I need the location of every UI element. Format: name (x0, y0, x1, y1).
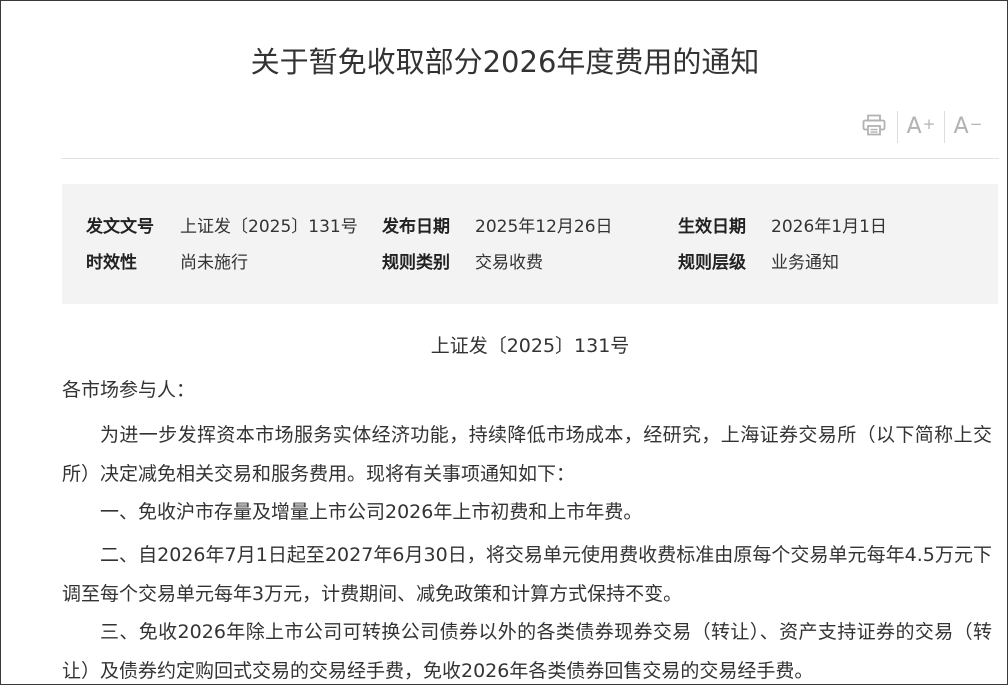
font-decrease-icon: A − (953, 114, 983, 139)
paragraph-item-3: 三、免收2026年除上市公司可转换公司债券以外的各类债券现券交易（转让）、资产支… (62, 621, 992, 682)
meta-label: 生效日期 (678, 217, 746, 237)
meta-level: 规则层级 业务通知 (678, 251, 839, 275)
font-increase-button[interactable]: A + (898, 107, 944, 147)
document-number: 上证发〔2025〕131号 (430, 335, 630, 357)
meta-value: 尚未施行 (180, 253, 248, 273)
print-button[interactable] (851, 107, 897, 147)
meta-value: 业务通知 (771, 253, 839, 273)
font-increase-icon: A + (906, 114, 936, 139)
meta-label: 规则类别 (382, 253, 450, 273)
font-decrease-button[interactable]: A − (945, 107, 991, 147)
meta-value: 上证发〔2025〕131号 (180, 217, 358, 237)
printer-icon (862, 114, 886, 141)
page-title: 关于暂免收取部分2026年度费用的通知 (250, 45, 760, 79)
meta-validity: 时效性 尚未施行 (86, 251, 248, 275)
meta-doc-number: 发文文号 上证发〔2025〕131号 (86, 215, 358, 239)
paragraph-item-1: 一、免收沪市存量及增量上市公司2026年上市初费和上市年费。 (100, 501, 643, 523)
meta-category: 规则类别 交易收费 (382, 251, 543, 275)
title-divider (61, 158, 999, 159)
meta-publish-date: 发布日期 2025年12月26日 (382, 215, 613, 239)
paragraph-intro: 为进一步发挥资本市场服务实体经济功能，持续降低市场成本，经研究，上海证券交易所（… (62, 424, 992, 485)
meta-label: 发文文号 (86, 217, 154, 237)
article-toolbar: A + A − (851, 107, 991, 147)
meta-effective-date: 生效日期 2026年1月1日 (678, 215, 887, 239)
document-metadata: 发文文号 上证发〔2025〕131号 发布日期 2025年12月26日 生效日期 20… (62, 184, 998, 304)
meta-value: 2026年1月1日 (771, 217, 887, 237)
meta-value: 2025年12月26日 (475, 217, 613, 237)
meta-label: 发布日期 (382, 217, 450, 237)
salutation: 各市场参与人： (62, 379, 196, 401)
meta-value: 交易收费 (475, 253, 543, 273)
meta-label: 规则层级 (678, 253, 746, 273)
paragraph-item-2: 二、自2026年7月1日起至2027年6月30日，将交易单元使用费收费标准由原每… (62, 544, 992, 605)
meta-label: 时效性 (86, 253, 137, 273)
